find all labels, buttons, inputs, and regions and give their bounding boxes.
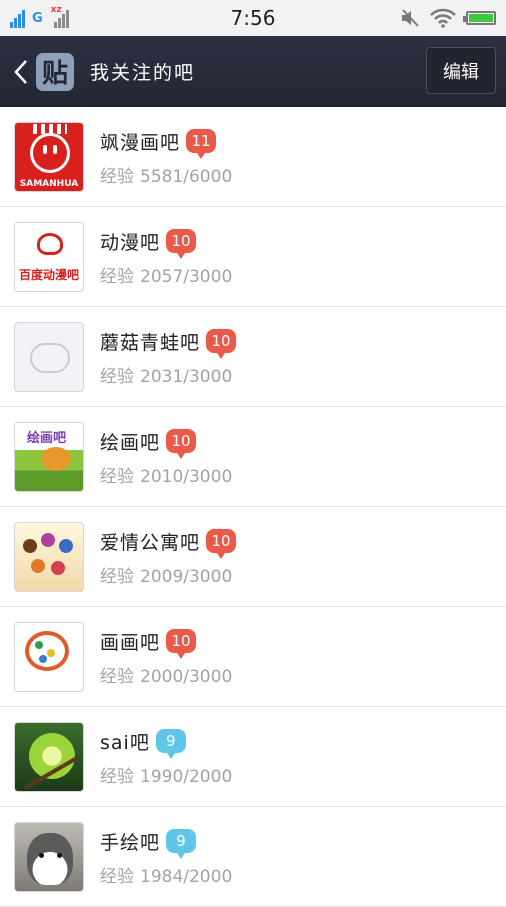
app-logo: 贴 [36, 52, 74, 91]
level-badge: 9 [166, 829, 197, 859]
forum-name: 画画吧 [100, 631, 161, 654]
list-item[interactable]: 百度动漫吧 动漫吧 10 经验 2057/3000 [0, 207, 506, 307]
level-badge: 10 [166, 429, 197, 459]
level-badge: 10 [166, 629, 197, 659]
level-badge: 10 [206, 329, 237, 359]
exp-label: 经验 [100, 667, 134, 687]
list-item[interactable]: sai吧 9 经验 1990/2000 [0, 707, 506, 807]
forum-name: 手绘吧 [100, 831, 161, 854]
exp-label: 经验 [100, 367, 134, 387]
level-badge: 9 [155, 729, 186, 759]
status-bar: G xz 7:56 [0, 0, 506, 36]
exp-label: 经验 [100, 767, 134, 787]
back-arrow-icon [14, 59, 27, 84]
status-clock: 7:56 [230, 6, 276, 30]
aiqing-avatar [14, 521, 84, 592]
placeholder-avatar [14, 321, 84, 392]
back-button[interactable] [8, 36, 34, 107]
exp-value: 1990/2000 [140, 767, 233, 787]
forum-list: SAMANHUA 飒漫画吧 11 经验 5581/6000 百度动漫吧 动漫吧 1… [0, 107, 506, 907]
list-item[interactable]: 绘画吧 绘画吧 10 经验 2010/3000 [0, 407, 506, 507]
sai-avatar [14, 721, 84, 792]
exp-label: 经验 [100, 267, 134, 287]
list-item[interactable]: 画画吧 10 经验 2000/3000 [0, 607, 506, 707]
level-badge: 10 [206, 529, 237, 559]
dongman-avatar: 百度动漫吧 [14, 221, 84, 292]
level-badge: 10 [166, 229, 197, 259]
exp-value: 2031/3000 [140, 367, 233, 387]
exp-value: 1984/2000 [140, 867, 233, 887]
exp-label: 经验 [100, 167, 134, 187]
level-badge: 11 [186, 129, 217, 159]
shouhui-avatar [14, 821, 84, 892]
exp-value: 2000/3000 [140, 667, 233, 687]
forum-name: 飒漫画吧 [100, 131, 181, 154]
exp-value: 5581/6000 [140, 167, 233, 187]
avatar-text: 百度动漫吧 [18, 267, 79, 282]
list-item[interactable]: SAMANHUA 飒漫画吧 11 经验 5581/6000 [0, 107, 506, 207]
forum-name: 爱情公寓吧 [100, 531, 201, 554]
huihua-avatar: 绘画吧 [14, 421, 84, 492]
forum-name: sai吧 [100, 731, 150, 754]
avatar-text: 绘画吧 [27, 430, 67, 446]
page-title: 我关注的吧 [90, 62, 196, 84]
list-item[interactable]: 蘑菇青蛙吧 10 经验 2031/3000 [0, 307, 506, 407]
avatar-text: SAMANHUA [19, 178, 79, 189]
forum-name: 蘑菇青蛙吧 [100, 331, 201, 354]
exp-value: 2057/3000 [140, 267, 233, 287]
exp-label: 经验 [100, 567, 134, 587]
huahua-avatar [14, 621, 84, 692]
battery-icon [463, 11, 496, 25]
exp-label: 经验 [100, 867, 134, 887]
samanhua-avatar: SAMANHUA [14, 121, 84, 192]
edit-button[interactable]: 编辑 [426, 47, 496, 94]
exp-value: 2009/3000 [140, 567, 233, 587]
list-item[interactable]: 爱情公寓吧 10 经验 2009/3000 [0, 507, 506, 607]
list-item[interactable]: 手绘吧 9 经验 1984/2000 [0, 807, 506, 907]
forum-name: 动漫吧 [100, 231, 161, 254]
nav-bar: 贴 我关注的吧 编辑 [0, 36, 506, 107]
forum-name: 绘画吧 [100, 431, 161, 454]
exp-label: 经验 [100, 467, 134, 487]
exp-value: 2010/3000 [140, 467, 233, 487]
